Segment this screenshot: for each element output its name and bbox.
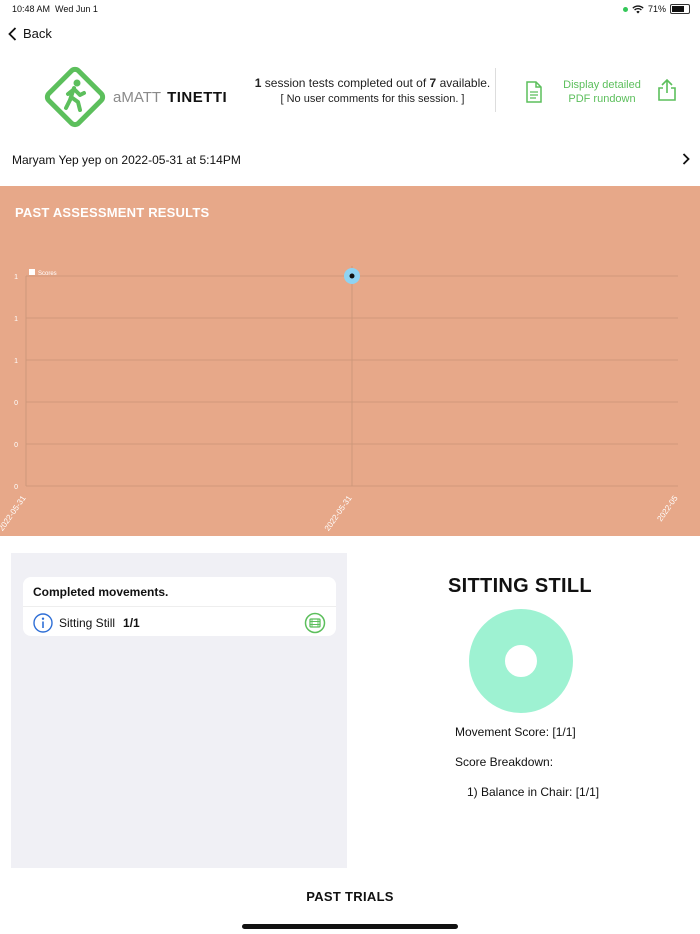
y-tick-label: 0 bbox=[14, 400, 18, 407]
legend-swatch bbox=[29, 269, 35, 275]
y-tick-label: 0 bbox=[14, 442, 18, 449]
x-tick-label: 2022-05-31 bbox=[0, 494, 28, 533]
y-tick-label: 1 bbox=[14, 316, 18, 323]
x-tick-label: 2022-05 bbox=[655, 494, 680, 524]
movement-details: Movement Score: [1/1] Score Breakdown: 1… bbox=[455, 725, 599, 815]
data-point-center bbox=[349, 273, 355, 279]
x-tick-label: 2022-05-31 bbox=[323, 494, 354, 533]
legend-label: Scores bbox=[38, 271, 57, 277]
video-icon[interactable] bbox=[304, 612, 326, 634]
y-tick-label: 0 bbox=[14, 484, 18, 491]
app-brand: aMATT TINETTI bbox=[113, 89, 228, 106]
movement-score: 1/1 bbox=[123, 616, 140, 630]
pdf-rundown-button[interactable]: Display detailed PDF rundown bbox=[525, 78, 647, 106]
session-user-row[interactable]: Maryam Yep yep on 2022-05-31 at 5:14PM bbox=[12, 153, 690, 167]
completed-movements-card: Completed movements. Sitting Still 1/1 bbox=[23, 577, 336, 636]
available-count: 7 bbox=[429, 76, 437, 90]
chevron-right-icon bbox=[682, 153, 690, 165]
movement-score-donut bbox=[469, 609, 573, 713]
wifi-icon bbox=[632, 4, 644, 13]
breakdown-item: 1) Balance in Chair: [1/1] bbox=[467, 785, 600, 799]
home-indicator bbox=[242, 924, 458, 929]
completed-movements-title: Completed movements. bbox=[33, 585, 169, 599]
status-right: 71% bbox=[622, 4, 690, 14]
chevron-left-icon bbox=[8, 26, 17, 41]
session-comments: [ No user comments for this session. ] bbox=[280, 93, 465, 105]
back-label: Back bbox=[23, 26, 52, 41]
status-time: 10:48 AM Wed Jun 1 bbox=[12, 4, 98, 14]
status-bar: 10:48 AM Wed Jun 1 71% bbox=[0, 0, 700, 18]
y-tick-label: 1 bbox=[14, 358, 18, 365]
movement-title: SITTING STILL bbox=[448, 575, 592, 597]
past-results-chart: 1 1 1 0 0 0 2022-05-31 2022-05-31 2022-05 Scores bbox=[0, 266, 680, 533]
walking-person-logo-icon bbox=[44, 66, 106, 128]
movement-score-text: Movement Score: [1/1] bbox=[455, 725, 576, 739]
y-tick-label: 1 bbox=[14, 274, 18, 281]
info-icon[interactable] bbox=[33, 613, 53, 633]
activity-dot-icon bbox=[622, 6, 628, 12]
header-divider bbox=[495, 68, 496, 112]
movement-label: Sitting Still bbox=[59, 616, 116, 630]
document-icon bbox=[526, 81, 542, 103]
list-item[interactable]: Sitting Still 1/1 bbox=[33, 612, 326, 634]
completed-count: 1 bbox=[254, 76, 262, 90]
session-user-label: Maryam Yep yep on 2022-05-31 at 5:14PM bbox=[12, 153, 241, 167]
battery-icon bbox=[670, 4, 690, 14]
past-trials-title: PAST TRIALS bbox=[306, 889, 394, 904]
score-breakdown-label: Score Breakdown: bbox=[455, 755, 554, 769]
share-icon[interactable] bbox=[656, 78, 678, 102]
back-button[interactable]: Back bbox=[8, 26, 52, 41]
battery-percent: 71% bbox=[647, 4, 666, 14]
session-summary: 1 session tests completed out of 7 avail… bbox=[250, 76, 495, 105]
